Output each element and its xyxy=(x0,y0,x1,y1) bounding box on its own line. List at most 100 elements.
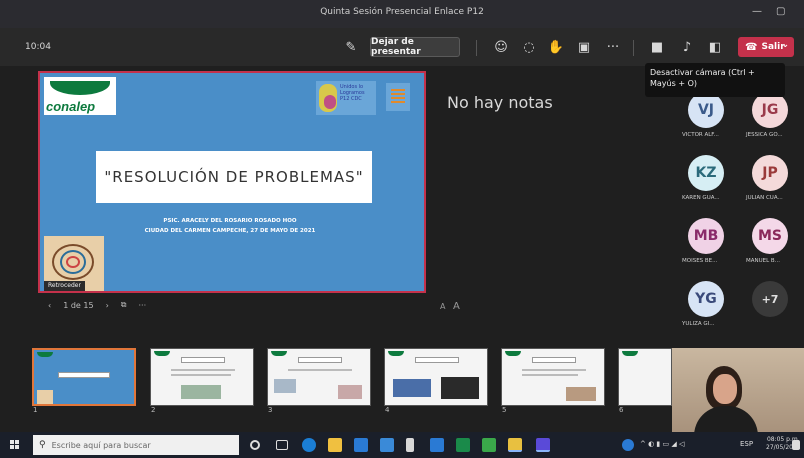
slide-thumbnail[interactable] xyxy=(150,348,254,406)
participants-icon[interactable]: ☺ xyxy=(490,36,512,58)
mail-icon[interactable] xyxy=(354,438,368,452)
task-view-icon[interactable] xyxy=(276,440,288,450)
logo-shape xyxy=(391,89,405,103)
thumbnail-text xyxy=(171,369,235,371)
thumbnail-number: 2 xyxy=(151,406,156,414)
participant-name: JESSICA GO... xyxy=(746,132,783,138)
overflow-count: +7 xyxy=(752,281,788,317)
maximize-button[interactable]: ▢ xyxy=(776,6,785,17)
chat-icon[interactable]: ◌ xyxy=(518,36,540,58)
participant-tile[interactable]: JG JESSICA GO... xyxy=(740,92,802,150)
thumbnail-number: 3 xyxy=(268,406,273,414)
participant-name: VICTOR ALF... xyxy=(682,132,719,138)
leave-button[interactable]: ☎ Salir ⌄ xyxy=(738,37,794,57)
presenter-label: Retroceder xyxy=(44,281,85,291)
participant-name: KAREN GUA... xyxy=(682,195,720,201)
app-icon[interactable] xyxy=(430,438,444,452)
thumbnail-image xyxy=(274,379,296,393)
microphone-icon[interactable]: ♪ xyxy=(676,36,698,58)
toolbar-divider xyxy=(476,40,477,56)
excel-icon[interactable] xyxy=(456,438,470,452)
slide-thumbnail[interactable] xyxy=(32,348,136,406)
participant-tile[interactable]: MB MOISES BE... xyxy=(676,218,738,276)
slide-title: "RESOLUCIÓN DE PROBLEMAS" xyxy=(104,168,364,186)
pointer-icon[interactable]: ✎ xyxy=(340,36,362,58)
chevron-down-icon[interactable]: ⌄ xyxy=(781,40,789,50)
slide-title-box: "RESOLUCIÓN DE PROBLEMAS" xyxy=(96,151,372,203)
tray-icons[interactable]: ^ ◐ ▮ ▭ ◢ ◁ xyxy=(640,440,684,448)
thumbnail-logo xyxy=(37,352,53,357)
thumbnail-title xyxy=(58,372,110,378)
video-person-face xyxy=(713,374,737,404)
thumbnail-logo xyxy=(388,351,404,356)
thumbnail-number: 6 xyxy=(619,406,624,414)
participant-tile[interactable]: VJ VICTOR ALF... xyxy=(676,92,738,150)
logo-text: conalep xyxy=(46,99,96,114)
overflow-participants-button[interactable]: +7 xyxy=(740,281,802,339)
avatar: MS xyxy=(752,218,788,254)
secondary-logo xyxy=(386,83,410,111)
participant-name: MANUEL B... xyxy=(746,258,780,264)
notifications-icon[interactable] xyxy=(792,440,800,450)
prev-slide-button[interactable]: ‹ xyxy=(48,301,51,310)
slide-grid-icon[interactable]: ⧉ xyxy=(121,300,127,310)
share-screen-icon[interactable]: ◧ xyxy=(704,36,726,58)
weather-icon[interactable] xyxy=(622,439,634,451)
camera-icon[interactable]: ■ xyxy=(646,36,668,58)
slide-author: PSIC. ARACELY DEL ROSARIO ROSADO HOO CIU… xyxy=(80,216,380,236)
partner-logo: Unidos lo Logramos P12 CDC xyxy=(316,81,376,115)
cortana-icon[interactable] xyxy=(250,440,260,450)
thumbnail-title xyxy=(298,357,342,363)
slide-thumbnail[interactable] xyxy=(618,348,672,406)
thumbnail-image xyxy=(181,385,221,399)
avatar: KZ xyxy=(688,155,724,191)
avatar: MB xyxy=(688,218,724,254)
slide-thumbnail[interactable] xyxy=(267,348,371,406)
app-icon[interactable] xyxy=(406,438,414,452)
file-explorer-icon[interactable] xyxy=(328,438,342,452)
edge-icon[interactable] xyxy=(302,438,316,452)
participant-tile[interactable]: YG YULIZA GI... xyxy=(676,281,738,339)
avatar: YG xyxy=(688,281,724,317)
decrease-font-button[interactable]: A xyxy=(440,302,445,311)
language-indicator[interactable]: ESP xyxy=(740,440,753,448)
minimize-button[interactable]: — xyxy=(752,6,762,17)
slide-thumbnail[interactable] xyxy=(501,348,605,406)
more-actions-icon[interactable]: ··· xyxy=(602,36,624,58)
avatar: JP xyxy=(752,155,788,191)
store-icon[interactable] xyxy=(380,438,394,452)
rooms-icon[interactable]: ▣ xyxy=(573,36,595,58)
thumbnail-image xyxy=(566,387,596,401)
shared-slide: conalep Unidos lo Logramos P12 CDC "RESO… xyxy=(38,71,426,293)
self-video-tile[interactable] xyxy=(672,348,804,432)
slide-navigation: ‹ 1 de 15 › ⧉ ··· xyxy=(48,298,158,312)
avatar: JG xyxy=(752,92,788,128)
thumbnail-image xyxy=(393,379,431,397)
thumbnail-image xyxy=(338,385,362,399)
thumbnail-logo xyxy=(622,351,638,356)
windows-start-icon[interactable] xyxy=(10,440,20,450)
app-icon[interactable] xyxy=(508,438,522,452)
participant-tile[interactable]: MS MANUEL B... xyxy=(740,218,802,276)
participant-name: YULIZA GI... xyxy=(682,321,715,327)
next-slide-button[interactable]: › xyxy=(106,301,109,310)
thumbnail-logo xyxy=(154,351,170,356)
slide-thumbnail[interactable] xyxy=(384,348,488,406)
slide-thumbnail-strip: 1 2 3 4 5 6 xyxy=(0,342,672,418)
speaker-notes: No hay notas xyxy=(447,93,553,112)
windows-taskbar: ⚲ Escribe aquí para buscar ^ ◐ ▮ ▭ ◢ ◁ E… xyxy=(0,432,804,458)
thumbnail-title xyxy=(532,357,576,363)
participant-tile[interactable]: KZ KAREN GUA... xyxy=(676,155,738,213)
more-options-button[interactable]: ··· xyxy=(138,301,146,310)
app-icon[interactable] xyxy=(482,438,496,452)
thumbnail-logo xyxy=(271,351,287,356)
meeting-toolbar: 10:04 ✎ Dejar de presentar ☺ ◌ ✋ ▣ ··· ■… xyxy=(0,28,804,66)
stop-presenting-button[interactable]: Dejar de presentar xyxy=(370,37,460,57)
logo-shape xyxy=(50,81,110,95)
teams-icon[interactable] xyxy=(536,438,550,452)
taskbar-search-input[interactable]: ⚲ Escribe aquí para buscar xyxy=(33,435,239,455)
thumbnail-text xyxy=(522,374,578,376)
increase-font-button[interactable]: A xyxy=(453,301,460,312)
participant-tile[interactable]: JP JULIAN CUA... xyxy=(740,155,802,213)
raise-hand-icon[interactable]: ✋ xyxy=(545,36,567,58)
